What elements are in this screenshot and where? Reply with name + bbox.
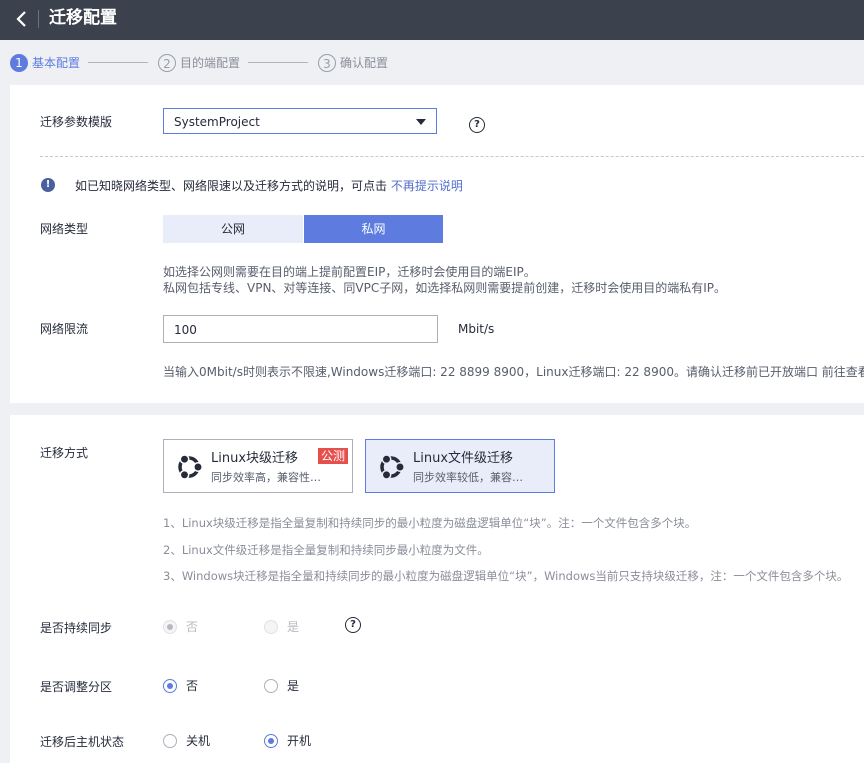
- linux-file-migration-option[interactable]: Linux文件级迁移 同步效率较低，兼容…: [365, 439, 555, 493]
- migration-note-2: 2、Linux文件级迁移是指全量复制和持续同步最小粒度为文件。: [163, 543, 489, 557]
- network-private-option[interactable]: 私网: [304, 215, 443, 243]
- network-hint-private: 私网包括专线、VPN、对等连接、同VPC子网，如选择私网则需要提前创建，迁移时会…: [163, 281, 727, 295]
- step-label: 确认配置: [340, 55, 389, 70]
- top-bar: 迁移配置: [0, 0, 864, 40]
- header-divider: [38, 10, 39, 28]
- resize-partition-yes-radio[interactable]: [264, 679, 278, 693]
- option-title: Linux文件级迁移: [413, 451, 514, 466]
- network-hint-public: 如选择公网则需要在目的端上提前配置EIP，迁移时会使用目的端EIP。: [163, 265, 536, 279]
- page-title: 迁移配置: [49, 8, 117, 28]
- template-label: 迁移参数模版: [40, 115, 113, 129]
- resize-partition-no-label: 否: [186, 679, 199, 693]
- rate-limit-input[interactable]: 100: [163, 315, 438, 343]
- rate-limit-label: 网络限流: [40, 322, 89, 336]
- continuous-sync-no-label: 否: [186, 620, 199, 634]
- rate-limit-unit: Mbit/s: [458, 322, 495, 336]
- template-select-value: SystemProject: [174, 115, 260, 129]
- beta-badge: 公测: [317, 448, 348, 464]
- rate-limit-hint: 当输入0Mbit/s时则表示不限速,Windows迁移端口: 22 8899 8…: [163, 365, 864, 379]
- migration-note-3: 3、Windows块迁移是指全量和持续同步的最小粒度为磁盘逻辑单位“块”，Win…: [163, 569, 849, 583]
- step-label: 基本配置: [32, 55, 81, 70]
- divider: [40, 156, 864, 157]
- step-basic-config: 1 基本配置: [10, 52, 80, 72]
- continuous-sync-yes-label: 是: [287, 620, 300, 634]
- caret-down-icon: [416, 119, 426, 125]
- rate-limit-value: 100: [174, 323, 197, 337]
- back-arrow-icon[interactable]: [14, 9, 32, 29]
- migration-note-1: 1、Linux块级迁移是指全量复制和持续同步的最小粒度为磁盘逻辑单位“块”。注：…: [163, 516, 697, 530]
- network-config-card: [10, 85, 864, 403]
- step-connector: [88, 62, 148, 63]
- host-state-on-label: 开机: [287, 734, 312, 748]
- resize-partition-no-radio[interactable]: [163, 679, 177, 693]
- template-select[interactable]: SystemProject: [163, 108, 437, 134]
- network-type-label: 网络类型: [40, 222, 89, 236]
- resize-partition-label: 是否调整分区: [40, 680, 113, 694]
- help-icon[interactable]: ?: [345, 617, 361, 633]
- continuous-sync-no-radio[interactable]: [163, 620, 177, 634]
- notice-message: 如已知晓网络类型、网络限速以及迁移方式的说明，可点击: [75, 179, 388, 193]
- step-connector: [248, 62, 308, 63]
- ubuntu-icon: [178, 454, 203, 480]
- host-state-label: 迁移后主机状态: [40, 735, 125, 749]
- step-number: 3: [318, 53, 336, 72]
- step-label: 目的端配置: [180, 55, 241, 70]
- host-state-off-label: 关机: [186, 734, 211, 748]
- continuous-sync-yes-radio[interactable]: [264, 620, 278, 634]
- option-title: Linux块级迁移: [211, 451, 299, 466]
- linux-block-migration-option[interactable]: Linux块级迁移 同步效率高，兼容性… 公测: [163, 439, 353, 493]
- resize-partition-yes-label: 是: [287, 679, 300, 693]
- step-target-config: 2 目的端配置: [158, 52, 240, 72]
- migration-method-label: 迁移方式: [40, 446, 89, 460]
- host-state-on-radio[interactable]: [264, 734, 278, 748]
- continuous-sync-label: 是否持续同步: [40, 621, 113, 635]
- ubuntu-icon: [380, 454, 405, 480]
- notice-text: 如已知晓网络类型、网络限速以及迁移方式的说明，可点击 不再提示说明: [75, 178, 463, 194]
- step-number: 1: [10, 53, 28, 72]
- host-state-off-radio[interactable]: [163, 734, 177, 748]
- option-description: 同步效率高，兼容性…: [211, 471, 321, 484]
- help-icon[interactable]: ?: [469, 117, 485, 133]
- info-icon: !: [41, 178, 55, 192]
- dismiss-notice-link[interactable]: 不再提示说明: [391, 179, 463, 193]
- network-public-option[interactable]: 公网: [163, 215, 303, 243]
- step-confirm-config: 3 确认配置: [318, 52, 388, 72]
- option-description: 同步效率较低，兼容…: [413, 471, 523, 484]
- step-number: 2: [158, 53, 176, 72]
